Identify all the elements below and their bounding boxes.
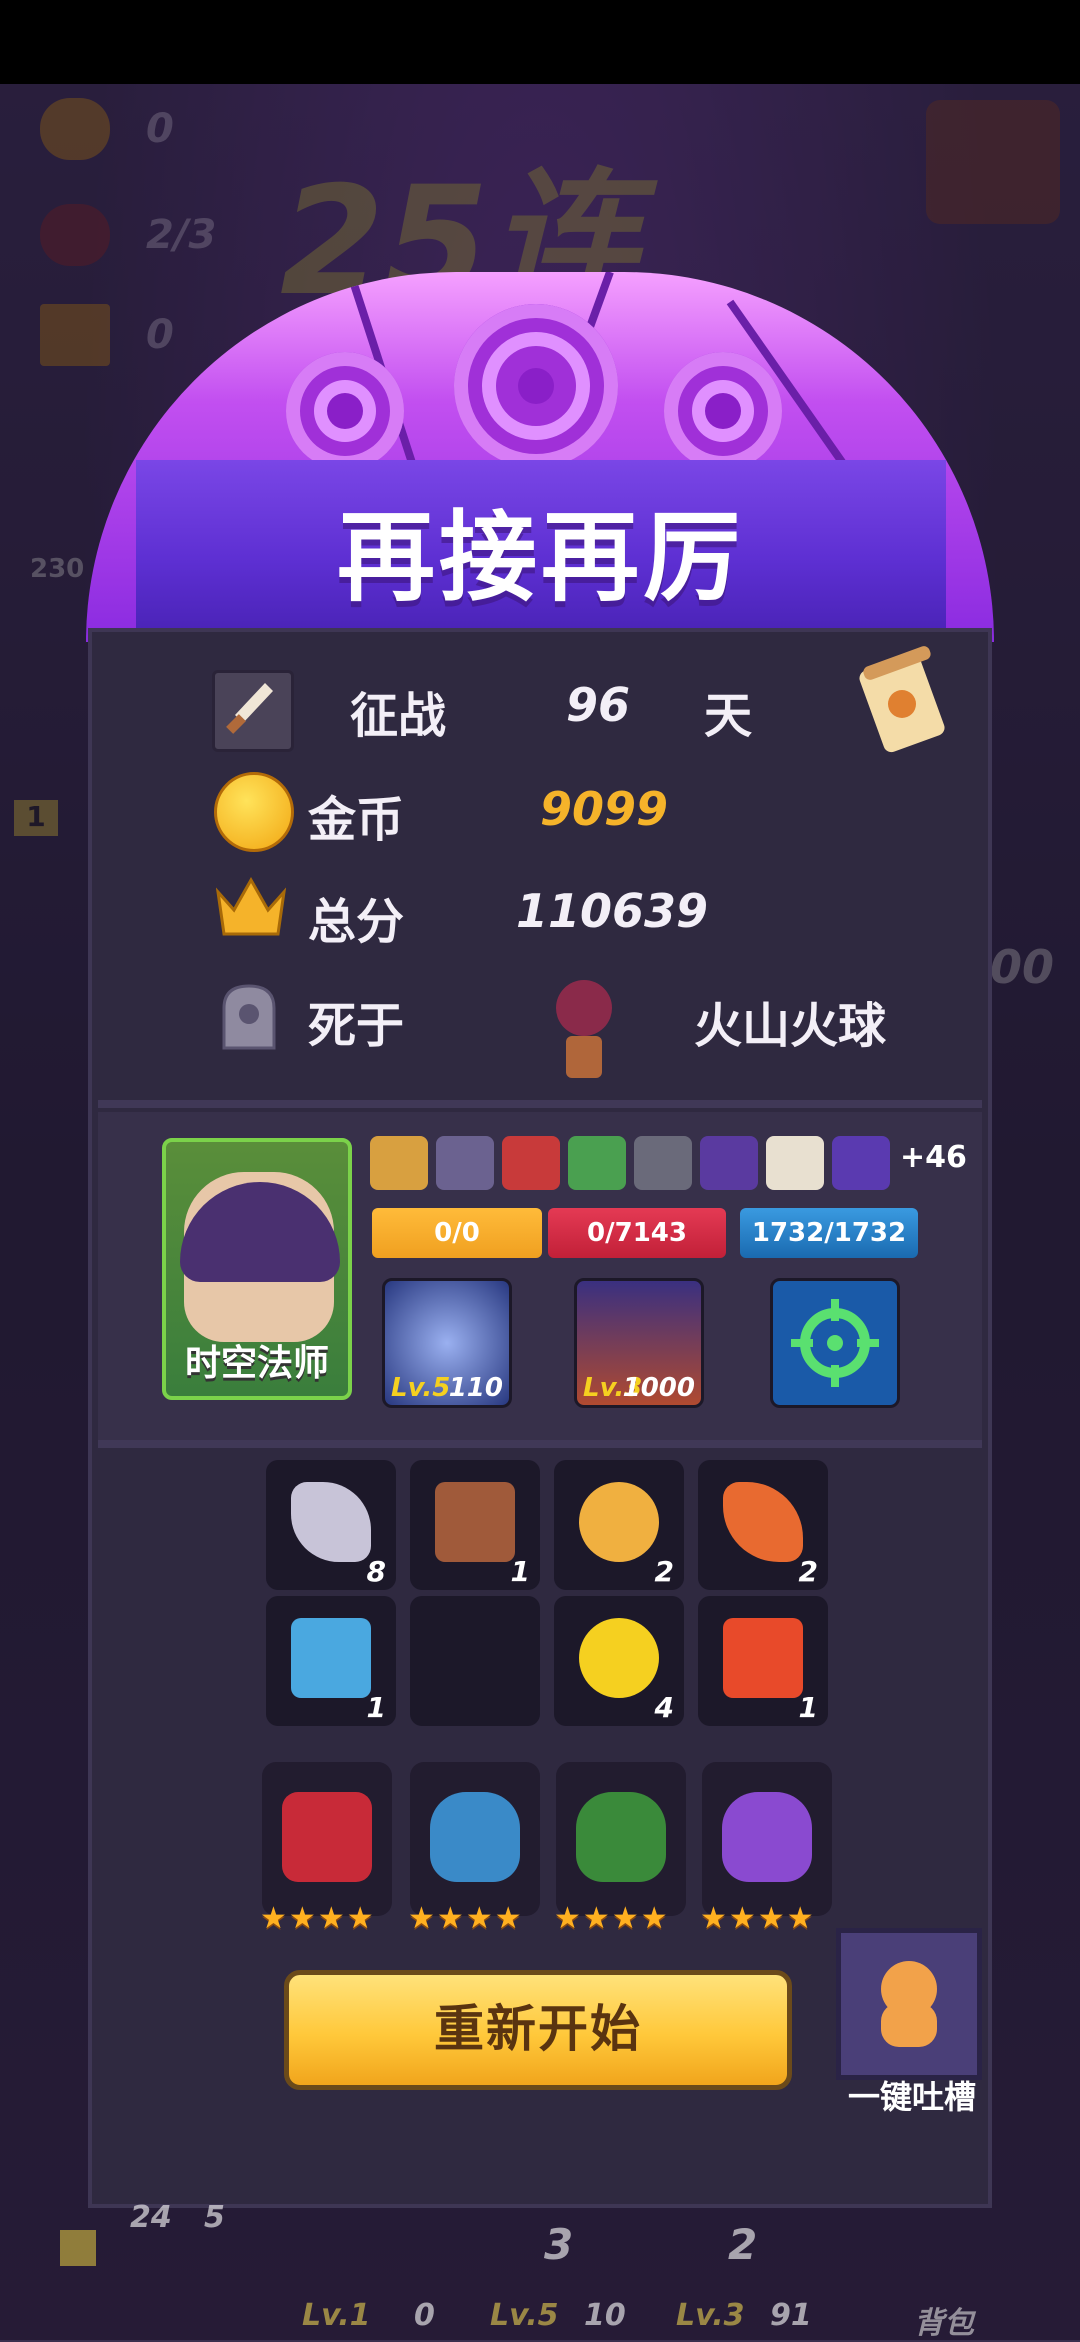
star-icon: ★ (436, 1901, 464, 1936)
skill-target[interactable] (770, 1278, 900, 1408)
score-value: 110639 (516, 884, 709, 938)
target-icon (664, 352, 782, 470)
purple-ghost-pet-icon (722, 1792, 812, 1882)
feedback-button[interactable] (836, 1928, 982, 2080)
barrel-pet-icon (282, 1792, 372, 1882)
death-label: 死于 (308, 998, 405, 1054)
lemon-icon (579, 1618, 659, 1698)
fist-icon[interactable] (370, 1136, 428, 1190)
gold-value: 9099 (540, 782, 669, 836)
star-icon: ★ (317, 1901, 345, 1936)
inventory-slot[interactable]: 1 (698, 1596, 828, 1726)
divider (98, 1440, 982, 1448)
skill-value: 1000 (622, 1373, 695, 1403)
coin-icon (214, 772, 294, 852)
gold-hourglass-icon (723, 1618, 803, 1698)
target-icon (454, 304, 618, 468)
score-label: 总分 (308, 894, 405, 950)
dialog-title: 再接再厉 (336, 501, 745, 615)
hero-card[interactable]: 时空法师 (162, 1138, 352, 1400)
pet-slot[interactable] (410, 1762, 540, 1916)
skill-value: 110 (448, 1373, 503, 1403)
bag-label: 背包 (914, 2306, 974, 2341)
armor-icon[interactable] (832, 1136, 890, 1190)
gold-label: 金币 (308, 792, 405, 848)
crown-icon (215, 874, 287, 938)
pet-slot[interactable] (702, 1762, 832, 1916)
target-icon (286, 352, 404, 470)
star-icon: ★ (728, 1901, 756, 1936)
star-icon: ★ (757, 1901, 785, 1936)
pie-icon (579, 1482, 659, 1562)
piano-icon[interactable] (634, 1136, 692, 1190)
campaign-value: 96 (566, 678, 631, 732)
death-cause: 火山火球 (694, 998, 887, 1054)
star-icon: ★ (465, 1901, 493, 1936)
restart-button[interactable]: 重新开始 (284, 1970, 792, 2090)
fangs-icon[interactable] (766, 1136, 824, 1190)
inventory-slot-empty[interactable] (410, 1596, 540, 1726)
inventory-slot[interactable]: 4 (554, 1596, 684, 1726)
green-knight-pet-icon (576, 1792, 666, 1882)
title-banner: 再接再厉 (136, 460, 946, 630)
inventory-slot[interactable]: 1 (266, 1596, 396, 1726)
monster-mask-icon[interactable] (700, 1136, 758, 1190)
shield-bar: 0/0 (372, 1208, 542, 1258)
tombstone-icon (212, 982, 286, 1052)
pet-stars: ★ ★ ★ ★ (408, 1904, 522, 1934)
star-icon: ★ (640, 1901, 668, 1936)
campaign-label: 征战 (350, 688, 447, 744)
status-bar (0, 0, 1080, 84)
bg-level-badge (60, 2230, 96, 2266)
feedback-label: 一键吐槽 (847, 2078, 976, 2116)
health-bar-text: 0/7143 (587, 1218, 687, 1248)
hero-name: 时空法师 (184, 1343, 329, 1384)
target-icon (791, 1299, 879, 1387)
star-icon: ★ (288, 1901, 316, 1936)
skill-bird-portal[interactable]: Lv.3 1000 (574, 1278, 704, 1408)
inventory-slot[interactable]: 8 (266, 1460, 396, 1590)
pet-stars: ★ ★ ★ ★ (554, 1904, 668, 1934)
pet-stars: ★ ★ ★ ★ (260, 1904, 374, 1934)
star-icon: ★ (260, 1901, 287, 1936)
star-icon: ★ (786, 1901, 814, 1936)
radio-icon[interactable] (568, 1136, 626, 1190)
pet-stars: ★ ★ ★ ★ (700, 1904, 814, 1934)
star-icon: ★ (611, 1901, 639, 1936)
star-icon: ★ (554, 1901, 581, 1936)
star-icon: ★ (700, 1901, 727, 1936)
campaign-unit: 天 (704, 688, 753, 744)
feedback-character-icon (881, 1961, 937, 2047)
mana-bar: 1732/1732 (740, 1208, 918, 1258)
drink-icon (291, 1618, 371, 1698)
shield-bar-text: 0/0 (434, 1218, 480, 1248)
inventory-slot[interactable]: 2 (698, 1460, 828, 1590)
inventory-slot[interactable]: 1 (410, 1460, 540, 1590)
extra-items-count[interactable]: +46 (900, 1140, 967, 1175)
hourglass-icon (435, 1482, 515, 1562)
divider (98, 1100, 982, 1108)
blue-golem-pet-icon (430, 1792, 520, 1882)
bg-bottom-bar: 24 5 3 2 Lv.1 0 Lv.5 10 Lv.3 91 背包 (0, 2200, 1080, 2341)
sword-icon (212, 670, 294, 752)
star-icon: ★ (408, 1901, 435, 1936)
inventory-slot[interactable]: 2 (554, 1460, 684, 1590)
pet-slot[interactable] (262, 1762, 392, 1916)
skill-level: Lv.5 (391, 1373, 451, 1403)
star-icon: ★ (346, 1901, 374, 1936)
glove-icon[interactable] (502, 1136, 560, 1190)
pet-slot[interactable] (556, 1762, 686, 1916)
volcano-monster-icon (552, 974, 616, 1084)
mana-bar-text: 1732/1732 (751, 1218, 907, 1248)
cleaver-icon (291, 1482, 371, 1562)
skill-vortex[interactable]: Lv.5 110 (382, 1278, 512, 1408)
star-icon: ★ (494, 1901, 522, 1936)
scroll-map-icon[interactable] (852, 646, 952, 760)
health-bar: 0/7143 (548, 1208, 726, 1258)
star-icon: ★ (582, 1901, 610, 1936)
campaign-row: 征战 (350, 676, 446, 746)
calendar-icon[interactable] (436, 1136, 494, 1190)
dagger-icon (723, 1482, 803, 1562)
